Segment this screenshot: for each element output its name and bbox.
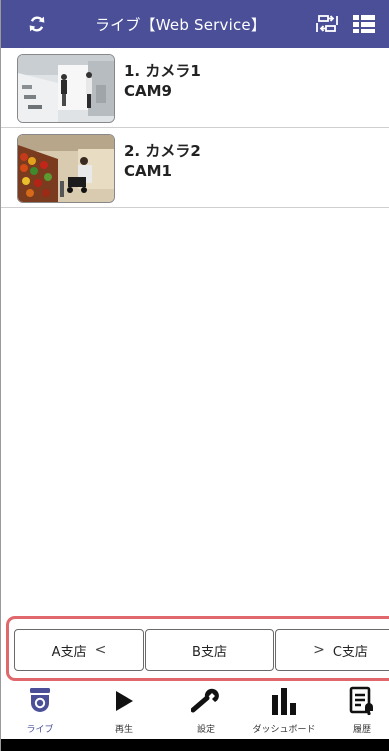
produce-aisle-thumbnail	[18, 135, 114, 202]
camera-thumbnail	[17, 54, 115, 123]
current-branch-label: B支店	[192, 644, 227, 660]
refresh-button[interactable]	[17, 0, 57, 48]
nav-item-playback[interactable]: 再生	[85, 682, 163, 739]
camera-dome-icon	[30, 688, 50, 712]
prev-branch-label: A支店	[51, 644, 87, 660]
nav-label-dashboard: ダッシュボード	[252, 725, 316, 735]
wrench-icon	[191, 688, 219, 713]
nav-item-history[interactable]: 履歴	[323, 682, 389, 739]
camera-switch-button[interactable]	[307, 0, 347, 48]
branch-selector-highlight: A支店 < B支店 > C支店	[6, 616, 389, 681]
next-branch-button[interactable]: > C支店	[275, 629, 389, 671]
grid-layout-button[interactable]	[353, 0, 389, 48]
nav-label-live: ライブ	[26, 725, 54, 735]
nav-item-settings[interactable]: 設定	[167, 682, 245, 739]
nav-label-settings: 設定	[196, 725, 215, 735]
nav-label-history: 履歴	[352, 725, 371, 735]
grid-layout-icon	[353, 15, 375, 33]
nav-item-dashboard[interactable]: ダッシュボード	[245, 682, 323, 739]
system-bar	[1, 739, 389, 751]
nav-label-playback: 再生	[114, 725, 133, 735]
prev-branch-button[interactable]: A支店 <	[14, 629, 144, 671]
camera-row[interactable]: 2. カメラ2 CAM1	[1, 128, 389, 208]
camera-name: 2. カメラ2	[124, 142, 201, 160]
play-icon	[116, 691, 133, 711]
nav-item-live[interactable]: ライブ	[1, 682, 79, 739]
app-header: ライブ【Web Service】	[1, 0, 389, 48]
camera-thumbnail	[17, 134, 115, 203]
camera-row[interactable]: 1. カメラ1 CAM9	[1, 48, 389, 128]
camera-id: CAM1	[124, 162, 172, 180]
current-branch-button[interactable]: B支店	[145, 629, 274, 671]
camera-id: CAM9	[124, 82, 172, 100]
chevron-left-icon: <	[94, 642, 107, 658]
chevron-right-icon: >	[313, 642, 325, 658]
history-document-icon	[349, 686, 373, 716]
store-interior-thumbnail	[18, 55, 114, 122]
camera-name: 1. カメラ1	[124, 62, 201, 80]
bar-chart-icon	[272, 688, 296, 715]
camera-list: 1. カメラ1 CAM9 2. カメラ2 CAM1	[1, 48, 389, 208]
app-frame: ライブ【Web Service】 1. カメラ1 CAM9 2. カメラ2 CA…	[0, 0, 389, 751]
refresh-icon	[29, 16, 45, 32]
camera-switch-icon	[316, 15, 338, 32]
bottom-navigation: ライブ 再生 設定 ダッシュボード 履歴	[1, 682, 389, 739]
next-branch-label: C支店	[332, 644, 368, 660]
page-title: ライブ【Web Service】	[94, 15, 267, 34]
